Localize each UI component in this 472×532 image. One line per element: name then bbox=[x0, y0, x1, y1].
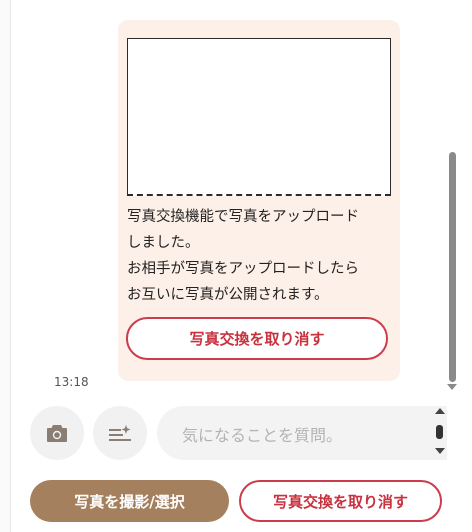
question-input[interactable] bbox=[157, 406, 447, 460]
scroll-down-arrow-icon[interactable] bbox=[447, 384, 457, 390]
camera-button[interactable] bbox=[30, 406, 84, 460]
cancel-photo-exchange-button[interactable]: 写真交換を取り消す bbox=[126, 317, 388, 360]
action-bar: 写真を撮影/選択 写真交換を取り消す bbox=[0, 478, 472, 524]
template-button[interactable] bbox=[93, 406, 147, 460]
cancel-exchange-button[interactable]: 写真交換を取り消す bbox=[239, 480, 442, 522]
chat-scrollbar[interactable] bbox=[446, 0, 460, 394]
message-line: しました。 bbox=[127, 235, 200, 251]
message-line: お相手が写真をアップロードしたら bbox=[127, 261, 359, 277]
message-line: お互いに写真が公開されます。 bbox=[127, 287, 329, 303]
scroll-down-arrow-icon[interactable] bbox=[435, 448, 445, 454]
message-bubble: 写真交換機能で写真をアップロード しました。 お相手が写真をアップロードしたら … bbox=[118, 20, 400, 381]
photo-placeholder bbox=[127, 38, 391, 196]
input-scroll-thumb[interactable] bbox=[436, 425, 443, 439]
take-select-photo-button[interactable]: 写真を撮影/選択 bbox=[30, 480, 229, 522]
template-sparkle-icon bbox=[109, 425, 131, 441]
message-line: 写真交換機能で写真をアップロード bbox=[127, 209, 359, 225]
message-timestamp: 13:18 bbox=[54, 375, 89, 389]
composer bbox=[0, 400, 472, 462]
scroll-thumb[interactable] bbox=[449, 152, 456, 382]
scroll-up-arrow-icon[interactable] bbox=[435, 408, 445, 414]
input-scrollbar[interactable] bbox=[434, 408, 446, 458]
message-text: 写真交換機能で写真をアップロード しました。 お相手が写真をアップロードしたら … bbox=[127, 204, 397, 308]
chat-area[interactable]: 写真交換機能で写真をアップロード しました。 お相手が写真をアップロードしたら … bbox=[11, 0, 446, 394]
camera-icon bbox=[47, 425, 67, 442]
